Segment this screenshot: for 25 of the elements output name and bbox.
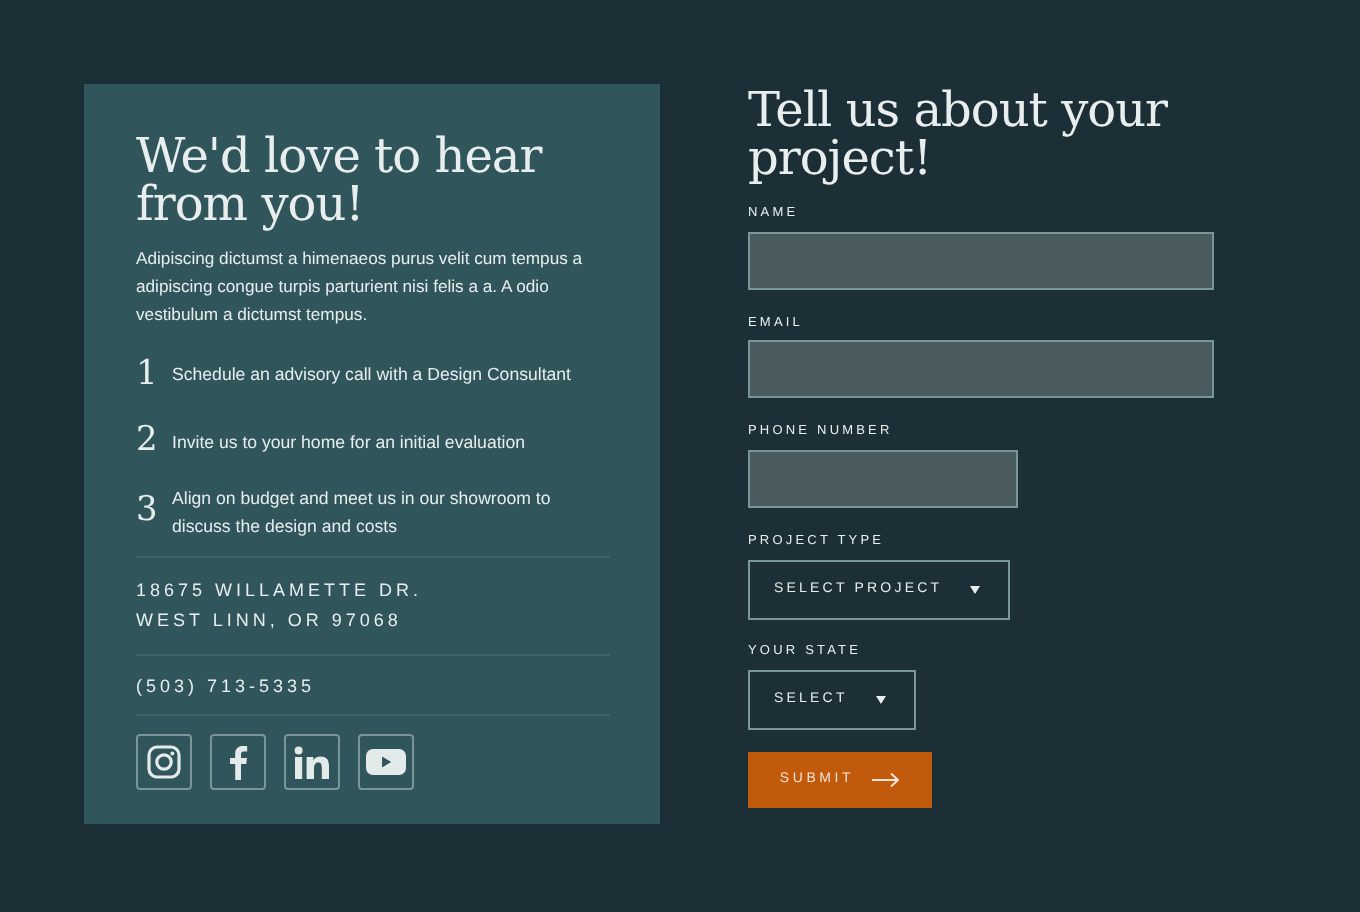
form-heading: Tell us about your project! [748,86,1170,184]
youtube-icon [366,748,406,777]
panel-heading: We'd love to hear from you! [136,132,545,230]
social-link-button[interactable] [358,734,414,791]
step-text: Align on budget and meet us in our showroom to discuss the design and costs [172,485,553,540]
linkedin-icon [294,745,330,780]
phone-number: (503) 713-5335 [136,673,318,700]
caret-icon [970,586,981,595]
social-link-button[interactable] [284,734,340,791]
step-number: 1 [136,351,156,398]
input-field[interactable] [748,450,1018,509]
step-text: Schedule an advisory call with a Design Consultant [172,362,572,389]
step-text: Invite us to your home for an initial evaluation [172,429,526,456]
arrow-right-icon [872,772,901,789]
input-field[interactable] [748,340,1214,399]
facebook-icon [228,744,248,781]
step-number: 3 [136,488,156,535]
step-number: 2 [136,418,156,465]
instagram-icon [146,744,182,781]
address-text: 18675 WILLAMETTE DR. WEST LINN, OR 97068 [136,577,425,635]
intro-paragraph: Adipiscing dictumst a himenaeos purus velit cum tempus a adipiscing congue turpis parturient nisi felis a a. A odio vestibulum a dictumst tempus. [136,245,585,328]
social-link-button[interactable] [210,734,266,791]
input-field[interactable] [748,231,1214,290]
social-link-button[interactable] [136,734,192,791]
caret-icon [875,696,886,705]
